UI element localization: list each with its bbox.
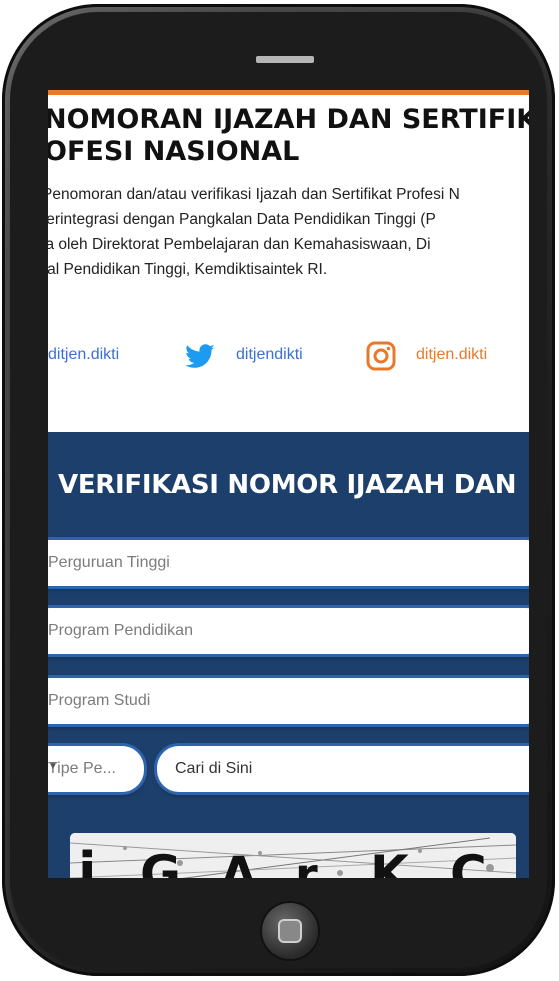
program-studi-select[interactable]: Program Studi: [48, 678, 529, 724]
program-studi-placeholder: Program Studi: [48, 692, 151, 709]
perguruan-tinggi-placeholder: Perguruan Tinggi: [48, 554, 170, 571]
verification-title: VERIFIKASI NOMOR IJAZAH DAN: [58, 470, 517, 500]
twitter-icon[interactable]: [182, 341, 218, 373]
svg-text:r: r: [295, 848, 318, 878]
phone-speaker: [256, 56, 314, 63]
verification-section: VERIFIKASI NOMOR IJAZAH DAN: [48, 432, 529, 878]
description-line-4: ral Pendidikan Tinggi, Kemdiktisaintek R…: [48, 261, 328, 278]
page-title-line-2: OFESI NASIONAL: [48, 136, 300, 167]
description-line-1: Penomoran dan/atau verifikasi Ijazah dan…: [48, 186, 460, 203]
phone-screen: NOMORAN IJAZAH DAN SERTIFIK OFESI NASION…: [48, 90, 529, 878]
twitter-link[interactable]: ditjendikti: [236, 346, 303, 364]
search-placeholder: Cari di Sini: [175, 760, 253, 777]
svg-text:K: K: [370, 845, 411, 878]
page-title-line-1: NOMORAN IJAZAH DAN SERTIFIK: [48, 104, 529, 135]
home-button-icon[interactable]: [262, 903, 318, 959]
page-title: NOMORAN IJAZAH DAN SERTIFIK OFESI NASION…: [48, 104, 529, 168]
page-description: Penomoran dan/atau verifikasi Ijazah dan…: [48, 182, 529, 282]
svg-text:G: G: [140, 845, 181, 878]
chevron-down-icon: ▼: [48, 761, 58, 772]
tipe-select[interactable]: Tipe Pe... ▼: [48, 746, 144, 792]
svg-text:A: A: [220, 847, 257, 878]
instagram-icon[interactable]: [366, 341, 396, 371]
search-input[interactable]: Cari di Sini: [157, 746, 529, 792]
svg-text:i: i: [78, 841, 97, 878]
description-line-3: la oleh Direktorat Pembelajaran dan Kema…: [48, 236, 431, 253]
facebook-link[interactable]: ditjen.dikti: [48, 346, 119, 364]
description-line-2: terintegrasi dengan Pangkalan Data Pendi…: [48, 211, 436, 228]
captcha-image: i G A r K C: [70, 833, 516, 878]
program-pendidikan-select[interactable]: Program Pendidikan: [48, 608, 529, 654]
accent-divider: [48, 90, 529, 95]
svg-text:C: C: [450, 845, 487, 878]
instagram-link[interactable]: ditjen.dikti: [416, 346, 487, 364]
program-pendidikan-placeholder: Program Pendidikan: [48, 622, 193, 639]
perguruan-tinggi-select[interactable]: Perguruan Tinggi: [48, 540, 529, 586]
